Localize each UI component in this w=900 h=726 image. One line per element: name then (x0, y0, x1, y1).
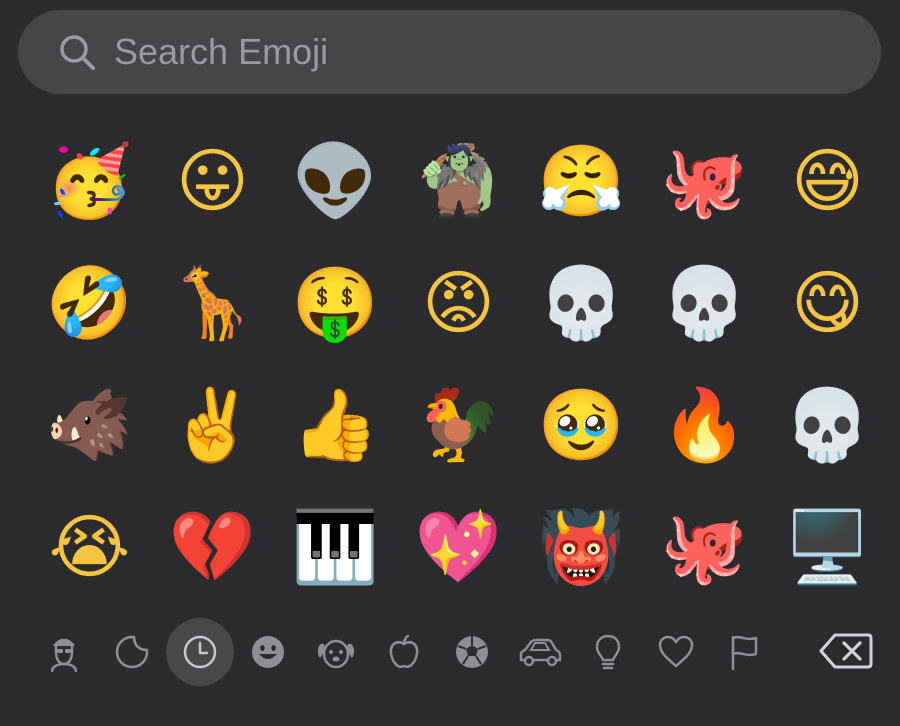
emoji-rooster[interactable]: 🐓 (397, 364, 520, 486)
emoji-fire[interactable]: 🔥 (643, 364, 766, 486)
category-animals-button[interactable] (302, 618, 370, 686)
emoji-keyboard: 🥳 😛 👽 🧌 😤 🐙 😅 🤣 🦒 🤑 😡 💀 💀 😋 🐗 ✌️ 👍 🐓 🥹 🔥… (0, 0, 900, 726)
emoji-glyph: 💖 (414, 506, 503, 588)
emoji-glyph: 🤑 (291, 262, 380, 344)
emoji-glyph: 🧌 (414, 140, 503, 222)
emoji-glyph: 😭 (48, 506, 131, 588)
category-stickers-button[interactable] (98, 618, 166, 686)
emoji-glyph: 🎹 (291, 506, 380, 588)
clock-icon (180, 632, 220, 672)
emoji-glyph: 👍 (291, 384, 380, 466)
emoji-face-with-steam[interactable]: 😤 (520, 120, 643, 242)
category-food-button[interactable] (370, 618, 438, 686)
delete-button[interactable] (815, 630, 877, 676)
category-smileys-button[interactable] (234, 618, 302, 686)
emoji-rolling-on-floor-laughing[interactable]: 🤣 (28, 242, 151, 364)
emoji-skull-memoji[interactable]: 💀 (643, 242, 766, 364)
emoji-octopus-memoji[interactable]: 🐙 (643, 120, 766, 242)
emoji-glyph: 🥹 (537, 384, 626, 466)
smiley-icon (248, 632, 288, 672)
category-memoji-button[interactable] (30, 618, 98, 686)
category-travel-button[interactable] (506, 618, 574, 686)
category-symbols-button[interactable] (642, 618, 710, 686)
emoji-money-mouth-face[interactable]: 🤑 (274, 242, 397, 364)
emoji-glyph: 🖥️ (783, 506, 872, 588)
emoji-pouting-face[interactable]: 😡 (397, 242, 520, 364)
emoji-loudly-crying-face[interactable]: 😭 (28, 486, 151, 608)
emoji-octopus-kiss-memoji[interactable]: 🐙 (643, 486, 766, 608)
emoji-ogre[interactable]: 👹 (520, 486, 643, 608)
emoji-glyph: ✌️ (168, 384, 257, 466)
emoji-broken-heart[interactable]: 💔 (151, 486, 274, 608)
emoji-boar-mind-blown-memoji[interactable]: 🐗 (28, 364, 151, 486)
emoji-glyph: 😅 (791, 140, 864, 222)
emoji-victory-hand[interactable]: ✌️ (151, 364, 274, 486)
category-bar (0, 614, 900, 694)
emoji-glyph: 🐓 (414, 384, 503, 466)
emoji-skull-sleeping-memoji[interactable]: 💀 (766, 364, 889, 486)
emoji-glyph: 🐙 (660, 140, 749, 222)
emoji-glyph: 💀 (660, 262, 749, 344)
emoji-face-with-tongue[interactable]: 😛 (151, 120, 274, 242)
apple-icon (384, 632, 424, 672)
emoji-sparkling-heart[interactable]: 💖 (397, 486, 520, 608)
emoji-glyph: 🐗 (45, 384, 134, 466)
soccer-ball-icon (452, 632, 492, 672)
emoji-grand-piano[interactable]: 🎹 (274, 486, 397, 608)
emoji-thumbs-up[interactable]: 👍 (274, 364, 397, 486)
search-icon (56, 31, 98, 73)
category-activity-button[interactable] (438, 618, 506, 686)
backspace-icon (819, 631, 873, 675)
emoji-face-savoring-food[interactable]: 😋 (766, 242, 889, 364)
search-input[interactable] (114, 31, 764, 73)
emoji-glyph: 🦒 (168, 262, 257, 344)
emoji-glyph: 🔥 (660, 384, 749, 466)
emoji-glyph: 🐙 (660, 506, 749, 588)
sticker-icon (112, 632, 152, 672)
emoji-glyph: 👽 (291, 140, 380, 222)
heart-icon (656, 632, 696, 672)
dog-icon (314, 632, 358, 672)
category-objects-button[interactable] (574, 618, 642, 686)
search-bar[interactable] (18, 10, 881, 94)
emoji-grinning-sweat[interactable]: 😅 (766, 120, 889, 242)
category-frequently-used-button[interactable] (166, 618, 234, 686)
emoji-face-holding-back-tears[interactable]: 🥹 (520, 364, 643, 486)
emoji-grid: 🥳 😛 👽 🧌 😤 🐙 😅 🤣 🦒 🤑 😡 💀 💀 😋 🐗 ✌️ 👍 🐓 🥹 🔥… (28, 120, 878, 608)
category-flags-button[interactable] (710, 618, 778, 686)
emoji-glyph: 😋 (791, 262, 864, 344)
lightbulb-icon (588, 632, 628, 672)
emoji-glyph: 😤 (537, 140, 626, 222)
emoji-glyph: 😡 (422, 262, 495, 344)
emoji-glyph: 💔 (168, 506, 257, 588)
emoji-skull-star-struck-memoji[interactable]: 💀 (520, 242, 643, 364)
car-icon (515, 632, 565, 672)
emoji-troll-memoji[interactable]: 🧌 (397, 120, 520, 242)
flag-icon (724, 632, 764, 672)
emoji-glyph: 🥳 (45, 140, 134, 222)
emoji-glyph: 👹 (537, 506, 626, 588)
emoji-glyph: 🤣 (45, 262, 134, 344)
emoji-giraffe-memoji[interactable]: 🦒 (151, 242, 274, 364)
emoji-glyph: 💀 (537, 262, 626, 344)
emoji-alien-mind-blown-memoji[interactable]: 👽 (274, 120, 397, 242)
emoji-glyph: 😛 (176, 140, 249, 222)
emoji-desktop-computer[interactable]: 🖥️ (766, 486, 889, 608)
emoji-partying-face[interactable]: 🥳 (28, 120, 151, 242)
emoji-glyph: 💀 (783, 384, 872, 466)
memoji-icon (44, 632, 84, 672)
